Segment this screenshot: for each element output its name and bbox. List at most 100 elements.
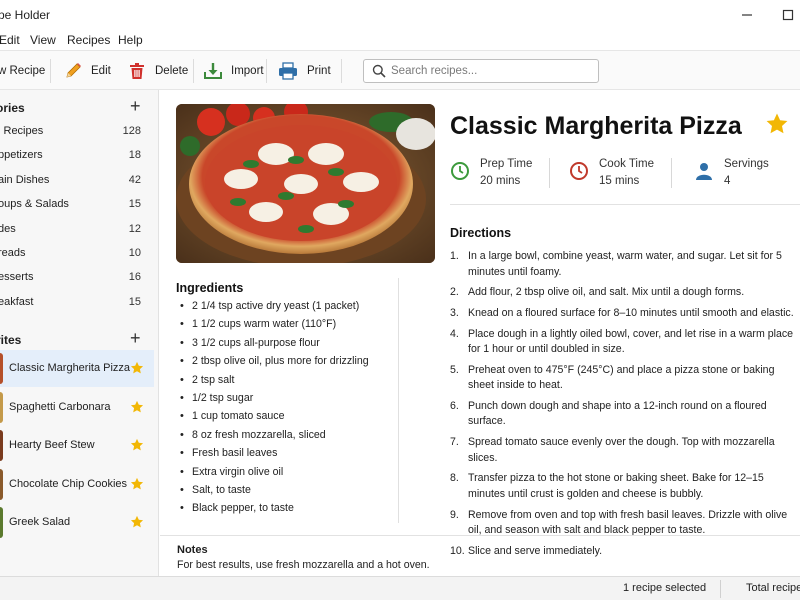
person-icon <box>696 163 712 180</box>
divider <box>450 204 800 205</box>
step-number: 3. <box>450 306 459 319</box>
search-input[interactable]: Search recipes... <box>363 59 599 83</box>
favorite-name: Chocolate Chip Cookies <box>9 477 128 490</box>
clock-icon <box>451 162 469 180</box>
maximize-button[interactable] <box>778 5 798 25</box>
sidebar-category-item[interactable]: eakfast 15 <box>0 293 158 313</box>
ingredient-item: 8 oz fresh mozzarella, sliced <box>176 429 396 447</box>
sidebar-category-item[interactable]: l Recipes 128 <box>0 122 158 142</box>
printer-icon <box>279 62 297 80</box>
star-icon <box>766 113 788 134</box>
favorite-star[interactable] <box>130 477 144 494</box>
favorite-item[interactable]: Greek Salad <box>0 504 154 541</box>
trash-icon <box>130 63 144 79</box>
add-favorite-button[interactable]: + <box>130 328 141 349</box>
menu-recipes[interactable]: Recipes <box>67 33 110 47</box>
print-button[interactable]: Print <box>277 59 331 83</box>
direction-step: 4. Place dough in a lightly oiled bowl, c… <box>450 327 795 358</box>
clock-icon <box>570 162 588 180</box>
edit-label: Edit <box>91 65 111 77</box>
star-icon <box>130 439 144 451</box>
favorite-toggle[interactable] <box>765 112 789 139</box>
prep-time: Prep Time 20 mins <box>450 158 550 190</box>
toolbar-separator <box>193 59 194 83</box>
sidebar-category-item[interactable]: esserts 16 <box>0 268 158 288</box>
favorite-star[interactable] <box>130 361 144 378</box>
import-button[interactable]: Import <box>203 59 264 83</box>
step-text: Knead on a floured surface for 8–10 minu… <box>468 306 794 319</box>
sidebar-category-item[interactable]: des 12 <box>0 220 158 240</box>
window-title: pe Holder <box>0 8 51 22</box>
search-placeholder: Search recipes... <box>391 65 478 77</box>
minimize-button[interactable] <box>737 5 757 25</box>
sidebar-category-item[interactable]: reads 10 <box>0 244 158 264</box>
direction-step: 8. Transfer pizza to the hot stone or bak… <box>450 471 795 502</box>
favorites-header: rites + <box>0 328 158 350</box>
menu-edit[interactable]: Edit <box>0 33 20 47</box>
recipe-thumbnail <box>0 507 3 539</box>
sidebar-category-item[interactable]: ain Dishes 42 <box>0 171 158 191</box>
favorite-star[interactable] <box>130 515 144 532</box>
step-text: Remove from oven and top with fresh basi… <box>468 508 788 537</box>
ingredient-item: 2 tbsp olive oil, plus more for drizzlin… <box>176 355 396 373</box>
ingredient-item: 1 cup tomato sauce <box>176 410 396 428</box>
divider <box>160 535 800 536</box>
favorites-header-label: rites <box>0 333 22 347</box>
favorite-item[interactable]: Classic Margherita Pizza <box>0 350 154 387</box>
menu-help[interactable]: Help <box>118 33 143 47</box>
meta-separator <box>549 158 550 188</box>
status-bar: 1 recipe selected Total recipes <box>0 576 800 600</box>
favorite-item[interactable]: Chocolate Chip Cookies <box>0 466 154 503</box>
direction-step: 7. Spread tomato sauce evenly over the do… <box>450 435 795 466</box>
add-category-button[interactable]: + <box>130 96 141 117</box>
categories-header: ories + <box>0 96 158 118</box>
cook-time-label: Cook Time <box>599 158 654 170</box>
favorite-star[interactable] <box>130 438 144 455</box>
status-selected: 1 recipe selected <box>623 582 707 594</box>
step-number: 9. <box>450 508 459 521</box>
print-label: Print <box>307 65 331 77</box>
favorite-name: Greek Salad <box>9 516 71 529</box>
favorite-star[interactable] <box>130 400 144 417</box>
meta-separator <box>671 158 672 188</box>
pizza-image <box>176 104 435 263</box>
category-count: 10 <box>128 247 141 259</box>
ingredient-item: Extra virgin olive oil <box>176 466 396 484</box>
prep-time-value: 20 mins <box>480 175 521 187</box>
category-count: 12 <box>128 222 141 235</box>
step-text: In a large bowl, combine yeast, warm wat… <box>468 250 782 278</box>
star-icon <box>130 400 144 413</box>
ingredients-title: Ingredients <box>176 281 244 295</box>
direction-step: 1. In a large bowl, combine yeast, warm w… <box>450 249 795 280</box>
step-text: Preheat oven to 475°F (245°C) and place … <box>468 363 775 392</box>
sidebar-category-item[interactable]: ppetizers 18 <box>0 146 158 166</box>
direction-step: 3. Knead on a floured surface for 8–10 mi… <box>450 306 795 322</box>
category-name: reads <box>0 247 26 259</box>
cook-time: Cook Time 15 mins <box>569 158 669 190</box>
step-text: Add flour, 2 tbsp olive oil, and salt. M… <box>468 286 745 299</box>
cook-time-value: 15 mins <box>599 175 640 187</box>
new-recipe-button[interactable]: w Recipe <box>0 59 45 83</box>
step-number: 10. <box>450 544 465 557</box>
delete-label: Delete <box>155 65 189 77</box>
ingredient-item: 3 1/2 cups all-purpose flour <box>176 337 396 355</box>
recipe-detail: Classic Margherita Pizza Prep Time 20 mi… <box>160 90 800 576</box>
star-icon <box>130 477 144 490</box>
step-text: Punch down dough and shape into a 12-inc… <box>468 399 767 428</box>
toolbar-separator <box>266 59 267 83</box>
star-icon <box>130 361 144 374</box>
servings-label: Servings <box>724 158 769 170</box>
directions-title: Directions <box>450 226 512 240</box>
toolbar-separator <box>341 59 342 83</box>
category-name: l Recipes <box>0 125 44 137</box>
direction-step: 5. Preheat oven to 475°F (245°C) and plac… <box>450 363 795 394</box>
favorite-item[interactable]: Hearty Beef Stew <box>0 427 154 464</box>
favorite-name: Classic Margherita Pizza <box>9 362 131 374</box>
edit-button[interactable]: Edit <box>63 59 111 83</box>
recipe-thumbnail <box>0 468 3 500</box>
favorite-item[interactable]: Spaghetti Carbonara <box>0 389 154 426</box>
menu-view[interactable]: View <box>30 33 56 47</box>
column-divider <box>398 278 399 523</box>
sidebar-category-item[interactable]: oups & Salads 15 <box>0 195 158 215</box>
delete-button[interactable]: Delete <box>127 59 188 83</box>
